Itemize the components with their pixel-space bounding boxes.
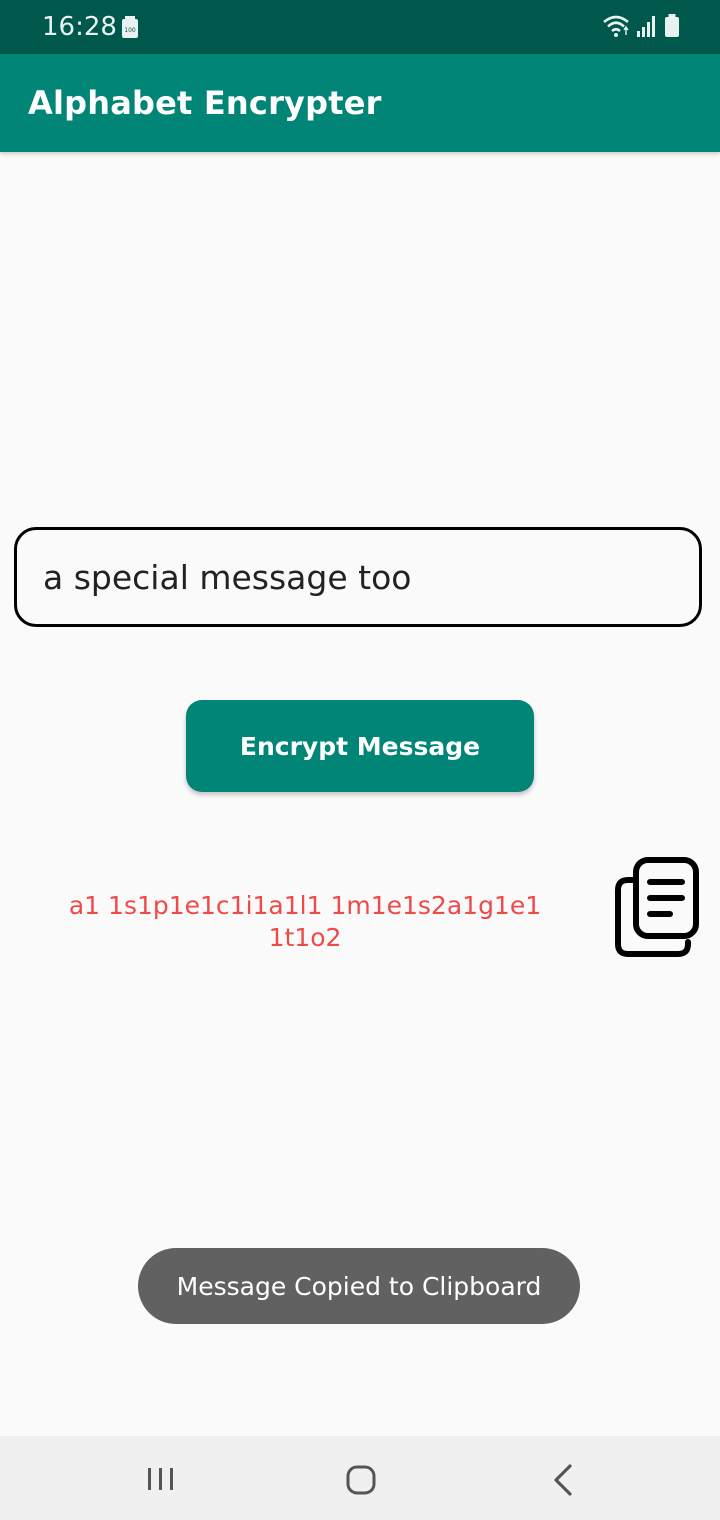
status-time: 16:28 — [42, 12, 117, 42]
toast-message: Message Copied to Clipboard — [138, 1248, 580, 1324]
battery-saver-icon: 100 — [122, 16, 138, 38]
status-bar: 16:28 100 — [0, 0, 720, 54]
status-icons — [602, 14, 680, 38]
copy-icon[interactable] — [612, 854, 702, 960]
recent-apps-icon[interactable] — [138, 1462, 184, 1496]
app-bar: Alphabet Encrypter — [0, 54, 720, 152]
navigation-bar — [0, 1436, 720, 1520]
toast-text: Message Copied to Clipboard — [176, 1271, 542, 1301]
back-icon[interactable] — [546, 1460, 582, 1500]
encrypt-message-button[interactable]: Encrypt Message — [186, 700, 534, 792]
encrypted-result-text: a1 1s1p1e1c1i1a1l1 1m1e1s2a1g1e1 1t1o2 — [68, 891, 542, 952]
home-icon[interactable] — [340, 1460, 384, 1500]
wifi-icon — [603, 15, 629, 37]
signal-icon — [637, 16, 655, 37]
message-input[interactable] — [14, 527, 702, 627]
battery-badge-text: 100 — [124, 27, 136, 34]
app-title: Alphabet Encrypter — [28, 84, 382, 122]
battery-icon — [665, 14, 679, 37]
